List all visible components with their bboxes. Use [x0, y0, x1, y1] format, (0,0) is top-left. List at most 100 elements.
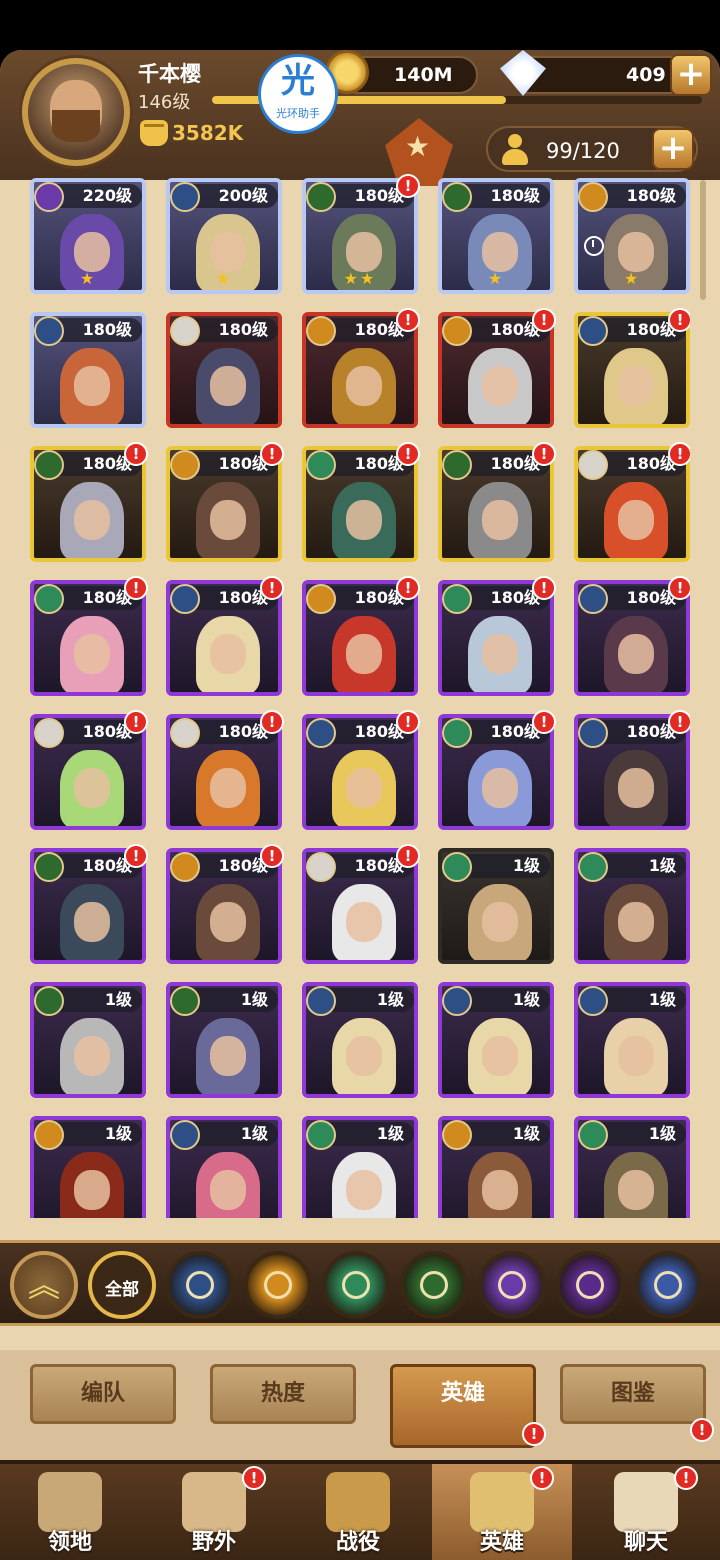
lightbearer-faction-icon — [306, 718, 336, 748]
nav-alert-badge: ! — [674, 1466, 698, 1490]
filter-lightbearer-button[interactable] — [166, 1251, 234, 1319]
maulers-faction-icon — [34, 986, 64, 1016]
helmet-icon — [470, 1472, 534, 1532]
hero-card[interactable]: 1级 — [302, 1116, 418, 1218]
hero-card[interactable]: 1级 — [574, 848, 690, 964]
expand-roster-button[interactable]: + — [652, 128, 694, 170]
tab-collection[interactable]: 图鉴 — [560, 1364, 706, 1424]
star-rating: ★ — [623, 269, 641, 288]
hero-portrait — [60, 884, 124, 960]
hero-card[interactable]: 1级 — [302, 982, 418, 1098]
hero-portrait — [332, 1152, 396, 1218]
hero-card[interactable]: 1级 — [30, 1116, 146, 1218]
chevron-up-icon: ︽ — [28, 1266, 61, 1304]
star-rating: ★ — [487, 269, 505, 288]
filter-wilder-button[interactable] — [322, 1251, 390, 1319]
filter-all-label: 全部 — [105, 1280, 139, 1300]
gem-value: 409 — [626, 64, 666, 86]
hero-portrait — [196, 1152, 260, 1218]
star-rating: ★ — [215, 269, 233, 288]
collapse-button[interactable]: ︽ — [10, 1251, 78, 1319]
filter-celestial-button[interactable] — [478, 1251, 546, 1319]
hero-alert-badge: ! — [668, 576, 690, 600]
graveborn-faction-icon — [578, 182, 608, 212]
hero-card[interactable]: 1级 — [166, 1116, 282, 1218]
celestial-faction-icon — [498, 1271, 526, 1299]
nav-scroll-map[interactable]: 野外! — [144, 1464, 284, 1560]
filter-graveborn-button[interactable] — [244, 1251, 312, 1319]
category-tabs: 编队 热度 英雄 ! 图鉴 ! — [0, 1350, 720, 1460]
hero-portrait — [468, 616, 532, 692]
tab-heroes-alert-badge: ! — [522, 1422, 546, 1446]
hero-portrait — [60, 750, 124, 826]
fist-icon — [140, 120, 168, 146]
lightbearer-faction-icon — [170, 1120, 200, 1150]
hero-portrait — [604, 750, 668, 826]
hero-alert-badge: ! — [396, 710, 420, 734]
hero-portrait — [332, 1018, 396, 1094]
wilder-faction-icon — [578, 1120, 608, 1150]
filter-maulers-button[interactable] — [400, 1251, 468, 1319]
hero-portrait — [468, 348, 532, 424]
power-value: 3582K — [172, 121, 244, 145]
hero-card[interactable]: 1级 — [30, 982, 146, 1098]
hero-portrait — [196, 884, 260, 960]
person-icon — [500, 134, 530, 166]
filter-dimensional-button[interactable] — [634, 1251, 702, 1319]
hero-card[interactable]: 1级 — [166, 982, 282, 1098]
nav-castle[interactable]: 领地 — [0, 1464, 140, 1560]
lightbearer-faction-icon — [170, 584, 200, 614]
nav-helmet[interactable]: 英雄! — [432, 1464, 572, 1560]
hero-alert-badge: ! — [124, 844, 148, 868]
watermark-glyph: 光 — [281, 61, 315, 101]
graveborn-faction-icon — [442, 316, 472, 346]
hero-card[interactable]: 220级 ★ — [30, 178, 146, 294]
tab-popularity[interactable]: 热度 — [210, 1364, 356, 1424]
hero-grid[interactable]: 220级 ★ 200级 ★ 180级 ★★! 180级 ★ 180级 ★ 180级 180级 180级!… — [30, 174, 690, 1218]
hero-portrait — [332, 348, 396, 424]
nav-chat-bubble[interactable]: 聊天! — [576, 1464, 716, 1560]
player-name: 千本樱 — [138, 62, 201, 86]
tab-formation[interactable]: 编队 — [30, 1364, 176, 1424]
hero-card[interactable]: 1级 — [574, 982, 690, 1098]
heroes-screen: 千本樱 146级 3582K 140M 409 + 光 光环助手 99/120 … — [0, 50, 720, 1560]
hero-portrait — [468, 1018, 532, 1094]
maulers-faction-icon — [306, 182, 336, 212]
hero-card[interactable]: 180级 — [166, 312, 282, 428]
lightbearer-faction-icon — [578, 316, 608, 346]
hero-portrait — [60, 348, 124, 424]
lightbearer-faction-icon — [578, 718, 608, 748]
filter-all-button[interactable]: 全部 — [88, 1251, 156, 1319]
nav-sword-shield[interactable]: 战役 — [288, 1464, 428, 1560]
graveborn-faction-icon — [170, 852, 200, 882]
maulers-faction-icon — [34, 852, 64, 882]
hero-alert-badge: ! — [260, 710, 284, 734]
celestial-white-faction-icon — [170, 316, 200, 346]
hero-portrait — [468, 750, 532, 826]
hero-card[interactable]: 1级 — [438, 848, 554, 964]
hero-card[interactable]: 180级 — [30, 312, 146, 428]
graveborn-faction-icon — [34, 1120, 64, 1150]
hero-card[interactable]: 180级 ★ — [574, 178, 690, 294]
add-gems-button[interactable]: + — [670, 54, 712, 96]
tab-heroes[interactable]: 英雄 — [390, 1364, 536, 1448]
celestial-white-faction-icon — [306, 852, 336, 882]
hero-card[interactable]: 200级 ★ — [166, 178, 282, 294]
wilder-faction-icon — [342, 1271, 370, 1299]
gold-value: 140M — [394, 64, 453, 86]
lightbearer-faction-icon — [578, 584, 608, 614]
graveborn-faction-icon — [306, 584, 336, 614]
wilder-faction-icon — [442, 852, 472, 882]
graveborn-faction-icon — [264, 1271, 292, 1299]
scrollbar[interactable] — [700, 180, 706, 300]
hero-card[interactable]: 1级 — [438, 1116, 554, 1218]
hero-portrait — [468, 1152, 532, 1218]
hero-card[interactable]: 1级 — [574, 1116, 690, 1218]
hero-card[interactable]: 180级 ★ — [438, 178, 554, 294]
hero-portrait — [604, 616, 668, 692]
filter-hypogean-button[interactable] — [556, 1251, 624, 1319]
hero-card[interactable]: 1级 — [438, 982, 554, 1098]
player-avatar[interactable] — [22, 58, 130, 166]
celestial-faction-icon — [34, 182, 64, 212]
hero-portrait — [60, 616, 124, 692]
